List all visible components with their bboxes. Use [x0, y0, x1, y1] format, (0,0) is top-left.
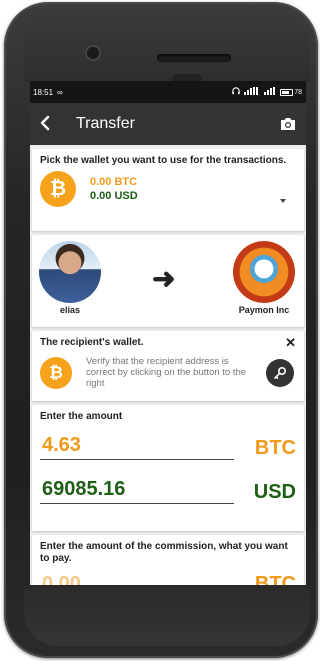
- amount-label: Enter the amount: [40, 411, 123, 422]
- recipient-avatar: [233, 241, 295, 303]
- verify-key-button[interactable]: [266, 358, 294, 387]
- transfer-parties-card: elias ➜ Paymon Inc: [32, 235, 304, 327]
- recipient-wallet-title: The recipient's wallet.: [40, 337, 144, 348]
- wallet-btc-balance: 0.00 BTC: [90, 176, 138, 188]
- transfer-form: Pick the wallet you want to use for the …: [30, 145, 306, 585]
- signal-4g-icon: [244, 87, 260, 97]
- arrow-right-icon: ➜: [152, 263, 176, 294]
- status-bar: 18:51 ∞ 78: [30, 81, 306, 103]
- bitcoin-icon: ₿: [40, 356, 72, 389]
- proximity-sensor: [87, 47, 99, 59]
- recipient-wallet-card: The recipient's wallet. ✕ ₿ Verify that …: [32, 331, 304, 401]
- recipient-name: Paymon Inc: [238, 305, 290, 315]
- recipient-hint: Verify that the recipient address is cor…: [86, 356, 247, 389]
- sender: elias: [38, 241, 102, 315]
- wallet-picker-card[interactable]: Pick the wallet you want to use for the …: [32, 149, 304, 231]
- phone-top-bezel: [24, 12, 310, 84]
- usd-unit-label: USD: [253, 481, 296, 503]
- headphones-icon: [232, 87, 240, 97]
- signal-icon: [264, 87, 276, 97]
- commission-input[interactable]: 0.00: [40, 573, 81, 585]
- amount-card: Enter the amount BTC USD: [32, 405, 304, 531]
- btc-amount-input[interactable]: [40, 434, 234, 460]
- wallet-usd-balance: 0.00 USD: [90, 190, 138, 202]
- earpiece-speaker: [157, 54, 231, 62]
- back-arrow-icon[interactable]: [38, 113, 66, 135]
- recipient: Paymon Inc: [228, 241, 300, 315]
- bitcoin-icon: ₿: [40, 171, 76, 207]
- dropdown-arrow-icon[interactable]: [280, 199, 286, 203]
- key-icon: [274, 366, 287, 379]
- camera-icon[interactable]: [280, 117, 296, 131]
- close-icon[interactable]: ✕: [285, 335, 296, 351]
- battery-icon: 78: [280, 88, 302, 96]
- sender-name: elias: [59, 305, 81, 315]
- app-bar: Transfer: [30, 103, 306, 145]
- commission-label: Enter the amount of the commission, what…: [40, 541, 288, 564]
- status-time: 18:51: [33, 87, 54, 97]
- page-title: Transfer: [76, 115, 135, 132]
- commission-unit-label: BTC: [254, 573, 296, 585]
- app-screen: 18:51 ∞ 78 Transfer Pick the wallet you …: [30, 81, 306, 585]
- usd-amount-input[interactable]: [40, 478, 234, 504]
- infinity-icon: ∞: [57, 87, 63, 97]
- commission-card: Enter the amount of the commission, what…: [32, 535, 304, 585]
- battery-level: 78: [294, 88, 302, 96]
- phone-bottom-bezel: [24, 586, 310, 646]
- sender-avatar: [39, 241, 101, 303]
- wallet-prompt: Pick the wallet you want to use for the …: [40, 155, 287, 166]
- btc-unit-label: BTC: [254, 437, 296, 459]
